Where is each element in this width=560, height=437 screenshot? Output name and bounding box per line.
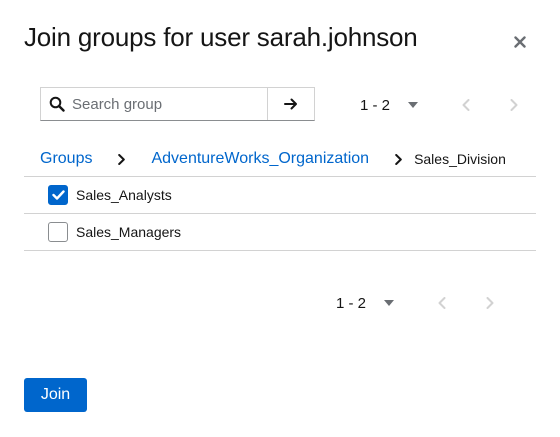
search-icon: [49, 96, 65, 112]
breadcrumb-separator: [118, 153, 126, 165]
breadcrumb: Groups AdventureWorks_Organization Sales…: [40, 148, 520, 170]
previous-page-button[interactable]: [418, 286, 466, 320]
search-group-box: [40, 87, 315, 121]
group-checkbox[interactable]: [48, 222, 68, 242]
group-name: Sales_Managers: [76, 224, 182, 240]
chevron-left-icon: [438, 297, 446, 309]
join-button[interactable]: Join: [24, 378, 87, 412]
list-item[interactable]: Sales_Managers: [24, 214, 536, 251]
pagination-range-label: 1 - 2: [336, 294, 367, 312]
close-button[interactable]: [508, 30, 532, 54]
caret-down-icon: [384, 300, 395, 306]
pagination-range-label: 1 - 2: [360, 96, 391, 114]
breadcrumb-item-organization[interactable]: AdventureWorks_Organization: [151, 150, 369, 168]
checkmark-icon: [51, 190, 65, 200]
pagination-range-toggle[interactable]: 1 - 2: [336, 294, 395, 312]
arrow-right-icon: [284, 98, 297, 110]
chevron-left-icon: [462, 99, 470, 111]
chevron-right-icon: [118, 153, 126, 165]
group-checkbox[interactable]: [48, 185, 68, 205]
next-page-button[interactable]: [490, 88, 538, 122]
group-list: Sales_Analysts Sales_Managers: [24, 176, 536, 251]
search-input[interactable]: [41, 88, 267, 120]
next-page-button[interactable]: [466, 286, 514, 320]
pagination-bottom: 1 - 2: [336, 286, 514, 320]
chevron-right-icon: [395, 153, 402, 165]
search-submit-button[interactable]: [267, 88, 314, 120]
previous-page-button[interactable]: [442, 88, 490, 122]
pagination-top: 1 - 2: [360, 88, 538, 122]
chevron-right-icon: [486, 297, 494, 309]
search-field: [41, 88, 267, 120]
breadcrumb-separator: [395, 153, 402, 165]
pagination-range-toggle[interactable]: 1 - 2: [360, 96, 419, 114]
group-name: Sales_Analysts: [76, 187, 172, 203]
caret-down-icon: [408, 102, 419, 108]
chevron-right-icon: [510, 99, 518, 111]
close-icon: [514, 36, 526, 48]
list-item[interactable]: Sales_Analysts: [24, 177, 536, 214]
breadcrumb-item-groups[interactable]: Groups: [40, 150, 92, 168]
breadcrumb-item-current: Sales_Division: [414, 151, 506, 167]
modal-title: Join groups for user sarah.johnson: [24, 22, 418, 52]
